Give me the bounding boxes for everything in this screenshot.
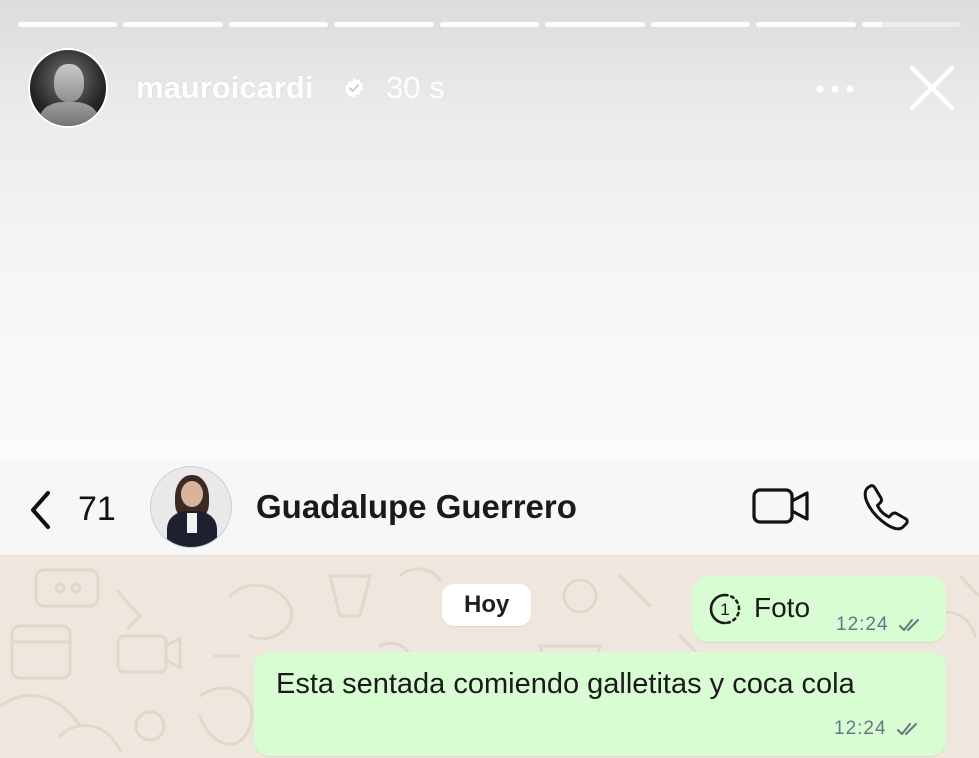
story-overlay: mauroicardi 30 s [0,0,979,460]
progress-segment-active [861,22,961,27]
story-progress-bar [18,22,961,28]
phone-icon[interactable] [862,484,910,532]
avatar-torso [40,102,98,126]
message-bubble-photo[interactable]: 1 Foto 12:24 [692,576,946,642]
verified-badge-icon [344,77,364,99]
story-avatar[interactable] [28,48,108,128]
story-username[interactable]: mauroicardi [136,70,313,106]
message-time: 12:24 [834,718,887,739]
progress-segment [123,22,223,27]
contact-avatar[interactable] [150,466,232,548]
progress-segment [334,22,434,27]
double-check-icon [897,723,917,735]
double-check-icon [899,619,919,631]
view-once-count: 1 [720,600,729,619]
unread-chats-count[interactable]: 71 [78,490,116,529]
chat-header: 71 Guadalupe Guerrero [0,460,979,556]
contact-name[interactable]: Guadalupe Guerrero [256,488,577,526]
avatar-face [54,64,84,102]
progress-segment [545,22,645,27]
message-bubble-text[interactable]: Esta sentada comiendo galletitas y coca … [254,652,946,756]
message-text: Esta sentada comiendo galletitas y coca … [276,668,855,700]
progress-segment [650,22,751,27]
back-chevron-icon[interactable] [28,490,52,530]
avatar-face [181,481,203,507]
video-call-icon[interactable] [752,487,810,525]
progress-segment [228,22,329,27]
chat-area: Hoy 1 Foto 12:24 Esta sentada comiendo g… [0,556,979,758]
progress-segment [18,22,118,27]
message-time: 12:24 [836,614,889,635]
avatar-shirt [187,513,197,533]
photo-label: Foto [754,592,811,623]
day-separator: Hoy [442,584,532,626]
view-once-icon[interactable]: 1 [708,592,742,626]
progress-segment [756,22,856,27]
more-icon[interactable] [814,84,856,94]
progress-segment [439,22,540,27]
story-timestamp: 30 s [386,70,445,105]
close-icon[interactable] [906,62,958,114]
